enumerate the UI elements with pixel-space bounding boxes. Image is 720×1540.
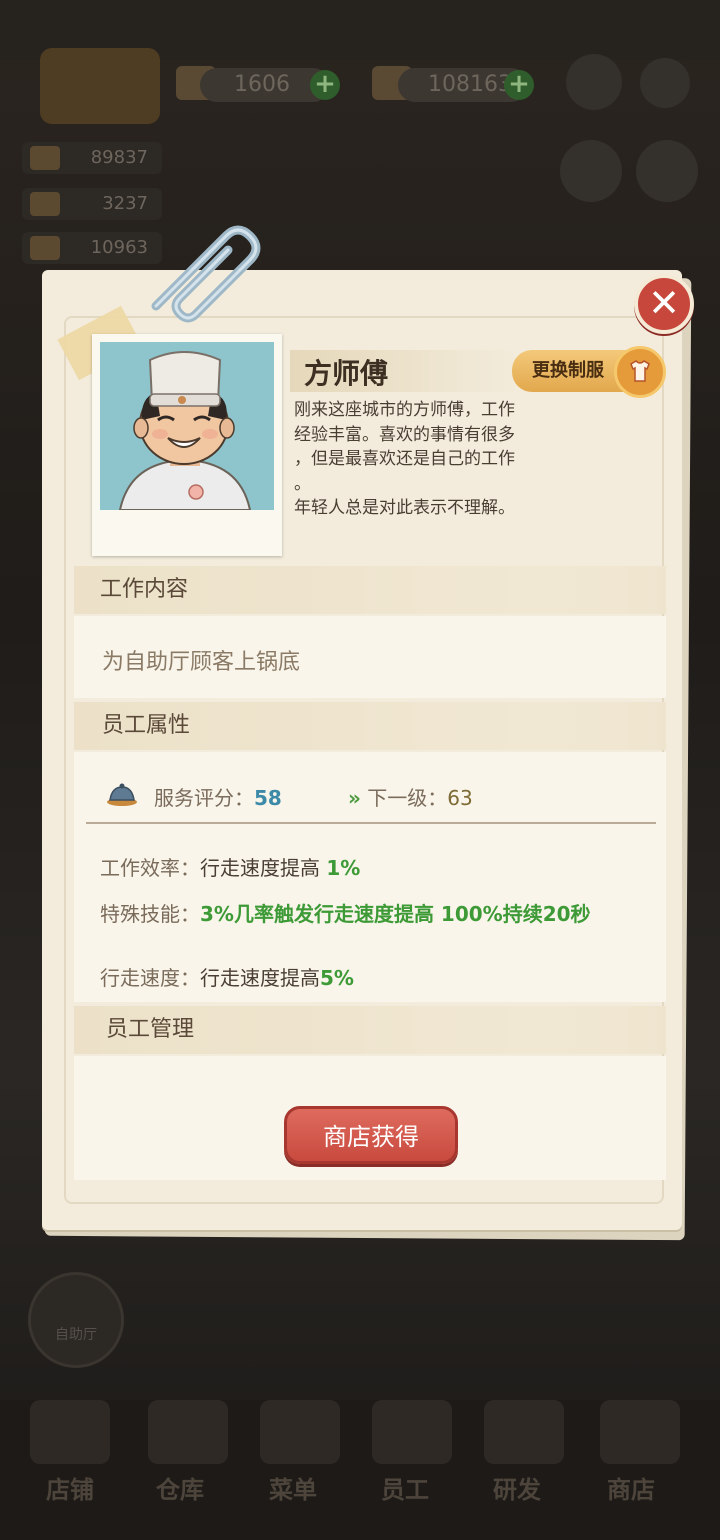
nav-staff[interactable]: 员工 (350, 1470, 460, 1505)
gear-icon[interactable] (640, 58, 690, 108)
divider (86, 822, 656, 824)
warehouse-nav-icon (148, 1400, 228, 1464)
pot-icon (30, 146, 60, 170)
add-cash-button[interactable]: + (504, 70, 534, 100)
nav-research[interactable]: 研发 (462, 1470, 572, 1505)
camera-icon[interactable] (566, 54, 622, 110)
work-efficiency: 工作效率：行走速度提高 1% (100, 856, 361, 880)
next-level: » 下一级：63 (348, 786, 473, 810)
close-button[interactable]: ✕ (634, 274, 694, 334)
staff-info-dialog: 方师傅 更换制服 刚来这座城市的方师傅，工作 经验丰富。喜欢的事情有很多 ，但是… (38, 225, 694, 1241)
staff-portrait-frame (92, 334, 282, 556)
walk-speed: 行走速度：行走速度提高5% (100, 966, 354, 990)
paperclip-icon (134, 214, 284, 324)
paper-sheet: 方师傅 更换制服 刚来这座城市的方师傅，工作 经验丰富。喜欢的事情有很多 ，但是… (42, 270, 682, 1230)
store-nav-icon (30, 1400, 110, 1464)
hat-icon (30, 192, 60, 216)
special-skill: 特殊技能：3%几率触发行走速度提高 100%持续20秒 (100, 902, 591, 926)
restaurant-badge (40, 48, 160, 124)
staff-nav-icon (372, 1400, 452, 1464)
service-rating-value: 58 (254, 786, 282, 810)
menu-nav-icon (260, 1400, 340, 1464)
shop-obtain-button[interactable]: 商店获得 (284, 1106, 458, 1164)
change-uniform-label: 更换制服 (532, 360, 604, 381)
job-content: 为自助厅顾客上锅底 (102, 650, 301, 675)
service-rating: 服务评分：58 (154, 786, 282, 810)
book-icon (30, 236, 60, 260)
nav-warehouse[interactable]: 仓库 (125, 1470, 235, 1505)
staff-portrait (100, 342, 274, 510)
stat-row: 89837 (22, 142, 162, 174)
double-arrow-icon: » (348, 786, 361, 810)
research-nav-icon (484, 1400, 564, 1464)
nav-menu[interactable]: 菜单 (238, 1470, 348, 1505)
quest-icon[interactable] (636, 140, 698, 202)
nav-store[interactable]: 店铺 (15, 1470, 125, 1505)
shop-nav-icon (600, 1400, 680, 1464)
buffet-hall-button[interactable]: 自助厅 (28, 1272, 124, 1368)
eye-icon[interactable] (560, 140, 622, 202)
add-gold-button[interactable]: + (310, 70, 340, 100)
job-section-header: 工作内容 (74, 566, 666, 614)
next-level-value: 63 (447, 786, 473, 810)
attributes-section-header: 员工属性 (74, 702, 666, 750)
management-section-header: 员工管理 (74, 1006, 666, 1054)
uniform-icon[interactable] (614, 346, 666, 398)
cloche-icon (104, 782, 140, 812)
staff-bio: 刚来这座城市的方师傅，工作 经验丰富。喜欢的事情有很多 ，但是最喜欢还是自己的工… (294, 400, 515, 518)
staff-name: 方师傅 (304, 357, 389, 390)
nav-shop[interactable]: 商店 (576, 1470, 686, 1505)
